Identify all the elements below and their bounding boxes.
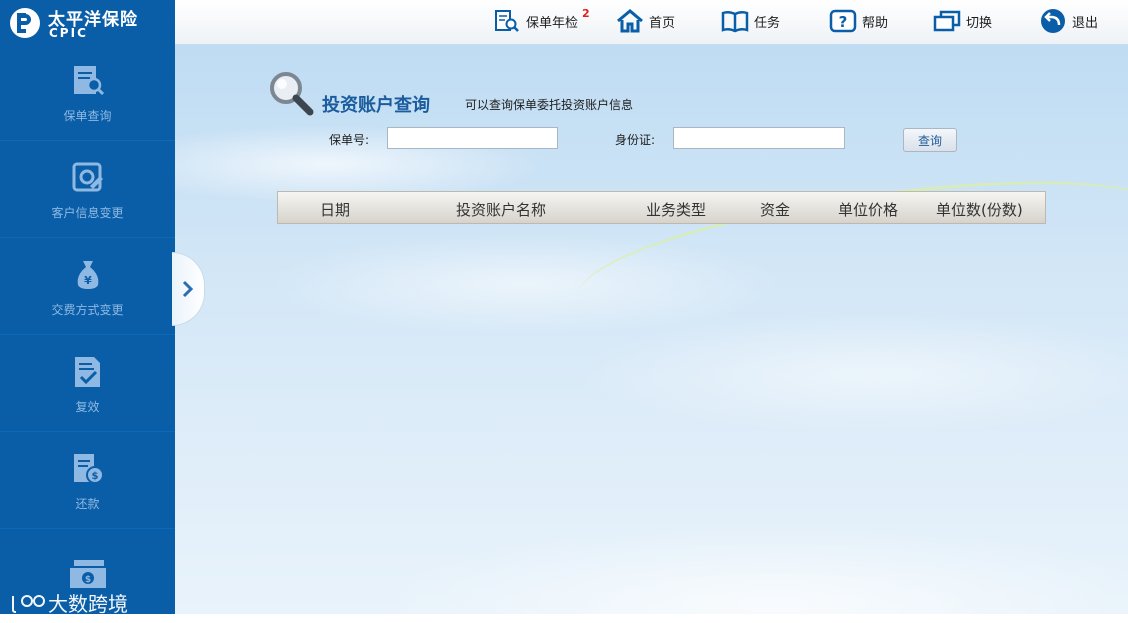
reinstatement-icon	[68, 352, 108, 392]
sidebar-item-label: 交费方式变更	[51, 302, 124, 317]
brand-logo[interactable]: 太平洋保险 CPIC	[0, 0, 175, 44]
policy-query-icon	[68, 61, 108, 101]
switch-window-icon	[932, 7, 962, 35]
sidebar-item-payment-method[interactable]: ¥ 交费方式变更	[0, 238, 175, 335]
svg-text:¥: ¥	[84, 274, 92, 287]
page-title: 投资账户查询	[322, 95, 430, 116]
sidebar-item-label: 还款	[75, 496, 100, 511]
watermark-logo-icon	[12, 594, 45, 613]
help-icon: ?	[828, 7, 858, 35]
nav-label: 退出	[1072, 15, 1099, 31]
main-content: 投资账户查询 可以查询保单委托投资账户信息 保单号: 身份证: 查询 日期 投资…	[175, 44, 1128, 614]
sidebar: 保单查询 客户信息变更 ¥ 交费方式变更 复效 $ 还款 $	[0, 44, 175, 614]
nav-label: 首页	[649, 15, 676, 31]
brand-name-en: CPIC	[49, 26, 88, 40]
column-header-date[interactable]: 日期	[320, 199, 350, 220]
policy-number-input[interactable]	[387, 127, 558, 149]
background-swoosh	[569, 152, 1128, 359]
watermark: 大数跨境	[10, 588, 128, 617]
sidebar-item-label: 客户信息变更	[51, 205, 124, 220]
id-card-label: 身份证:	[615, 133, 656, 147]
watermark-text: 大数跨境	[48, 592, 128, 616]
svg-text:$: $	[91, 471, 98, 482]
nav-switch[interactable]: 切换	[932, 6, 992, 36]
id-card-input[interactable]	[673, 127, 845, 149]
notification-badge: 2	[582, 6, 590, 20]
query-button[interactable]: 查询	[903, 128, 957, 152]
nav-policy-annual-check[interactable]: 保单年检 2	[492, 6, 590, 36]
column-header-account-name[interactable]: 投资账户名称	[456, 199, 546, 220]
logout-icon	[1038, 7, 1068, 35]
table-header: 日期 投资账户名称 业务类型 资金 单位价格 单位数(份数)	[277, 191, 1046, 224]
sidebar-item-repayment[interactable]: $ 还款	[0, 432, 175, 529]
nav-logout[interactable]: 退出	[1038, 6, 1098, 36]
cpic-logo-icon	[10, 8, 40, 38]
sidebar-item-policy-query[interactable]: 保单查询	[0, 44, 175, 141]
payment-method-icon: ¥	[68, 255, 108, 295]
column-header-unit-count[interactable]: 单位数(份数)	[936, 199, 1023, 220]
repayment-icon: $	[68, 449, 108, 489]
top-bar: 太平洋保险 CPIC 保单年检 2 首页 任务 ? 帮助 切换 退出	[0, 0, 1128, 45]
nav-home[interactable]: 首页	[615, 6, 675, 36]
document-search-icon	[492, 7, 522, 35]
magnifier-icon	[268, 70, 314, 116]
nav-help[interactable]: ? 帮助	[828, 6, 888, 36]
sidebar-item-reinstatement[interactable]: 复效	[0, 335, 175, 432]
home-icon	[615, 7, 645, 35]
chevron-right-icon	[182, 280, 194, 298]
column-header-business-type[interactable]: 业务类型	[646, 199, 706, 220]
bottom-border	[0, 614, 1128, 623]
page-description: 可以查询保单委托投资账户信息	[465, 98, 634, 112]
nav-label: 任务	[754, 15, 781, 31]
nav-label: 保单年检	[526, 15, 579, 31]
customer-info-icon	[68, 158, 108, 198]
book-icon	[720, 7, 750, 35]
sidebar-item-label: 复效	[75, 399, 100, 414]
nav-tasks[interactable]: 任务	[720, 6, 780, 36]
column-header-unit-price[interactable]: 单位价格	[838, 199, 898, 220]
nav-label: 切换	[966, 15, 993, 31]
svg-text:$: $	[84, 575, 90, 585]
nav-label: 帮助	[862, 15, 889, 31]
sidebar-item-customer-info[interactable]: 客户信息变更	[0, 141, 175, 238]
policy-number-label: 保单号:	[329, 133, 370, 147]
svg-text:?: ?	[839, 13, 848, 31]
sidebar-item-label: 保单查询	[63, 108, 112, 123]
column-header-funds[interactable]: 资金	[760, 199, 790, 220]
